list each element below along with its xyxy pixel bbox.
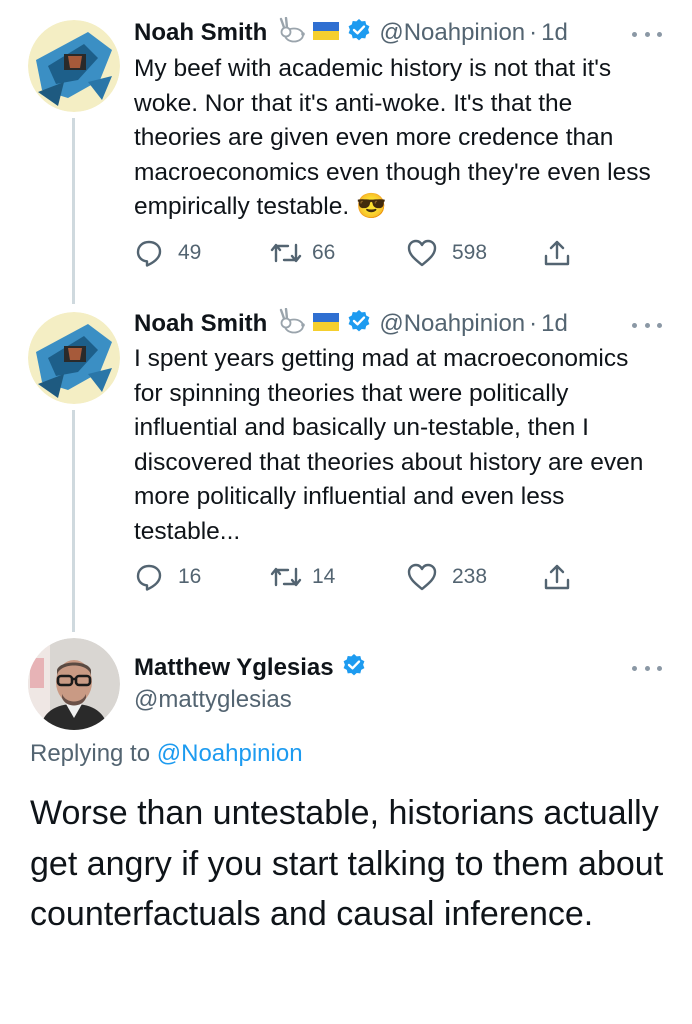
ukraine-flag-icon	[313, 310, 340, 338]
share-icon	[542, 238, 572, 268]
tweet-text: My beef with academic history is not tha…	[134, 55, 658, 220]
reply-icon	[134, 562, 164, 592]
main-tweet-handle-row: @mattyglesias	[134, 684, 292, 716]
replying-to: Replying to @Noahpinion	[30, 740, 303, 768]
separator-dot: ·	[529, 19, 538, 46]
share-button[interactable]	[542, 238, 572, 268]
verified-badge-icon	[347, 18, 371, 49]
reply-button[interactable]: 49	[134, 238, 270, 268]
verified-badge-icon	[347, 309, 371, 340]
retweet-icon	[270, 563, 302, 591]
retweet-count: 14	[312, 565, 336, 588]
tweet-header: Noah Smith @Noahpinion · 1d	[134, 307, 568, 341]
thread-line	[72, 410, 75, 632]
like-button[interactable]: 238	[406, 562, 542, 592]
author-name[interactable]: Noah Smith	[134, 310, 267, 338]
tweet-actions: 16 14 238	[134, 560, 572, 594]
retweet-count: 66	[312, 241, 336, 264]
author-name[interactable]: Noah Smith	[134, 19, 267, 47]
like-button[interactable]: 598	[406, 238, 542, 268]
like-icon	[406, 238, 438, 268]
author-handle[interactable]: @Noahpinion	[379, 19, 525, 47]
ukraine-flag-icon	[313, 19, 340, 47]
tweet-text: I spent years getting mad at macroeconom…	[134, 345, 651, 545]
tweet-actions: 49 66 598	[134, 236, 572, 270]
rabbit-emoji-icon	[275, 307, 306, 341]
avatar[interactable]	[28, 638, 120, 730]
verified-badge-icon	[342, 653, 366, 684]
more-icon[interactable]	[632, 662, 662, 674]
author-name[interactable]: Matthew Yglesias	[134, 654, 334, 682]
replying-to-label: Replying to	[30, 740, 151, 767]
tweet-timestamp[interactable]: 1d	[541, 310, 568, 338]
avatar[interactable]	[28, 20, 120, 112]
like-count: 598	[452, 241, 488, 264]
main-tweet-header: Matthew Yglesias	[134, 652, 366, 684]
tweet-header: Noah Smith @Noahpinion · 1d	[134, 16, 568, 50]
author-handle[interactable]: @mattyglesias	[134, 686, 292, 714]
like-count: 238	[452, 565, 488, 588]
share-icon	[542, 562, 572, 592]
tweet-timestamp[interactable]: 1d	[541, 19, 568, 47]
more-icon[interactable]	[632, 28, 662, 40]
retweet-button[interactable]: 14	[270, 563, 406, 591]
author-handle[interactable]: @Noahpinion	[379, 310, 525, 338]
avatar[interactable]	[28, 312, 120, 404]
reply-icon	[134, 238, 164, 268]
like-icon	[406, 562, 438, 592]
reply-button[interactable]: 16	[134, 562, 270, 592]
share-button[interactable]	[542, 562, 572, 592]
main-tweet-text: Worse than untestable, historians actual…	[30, 794, 664, 933]
reply-count: 16	[178, 565, 202, 588]
retweet-button[interactable]: 66	[270, 239, 406, 267]
thread-line	[72, 118, 75, 304]
retweet-icon	[270, 239, 302, 267]
replying-to-handle-link[interactable]: @Noahpinion	[157, 740, 303, 767]
separator-dot: ·	[529, 310, 538, 337]
more-icon[interactable]	[632, 319, 662, 331]
reply-count: 49	[178, 241, 202, 264]
rabbit-emoji-icon	[275, 16, 306, 50]
